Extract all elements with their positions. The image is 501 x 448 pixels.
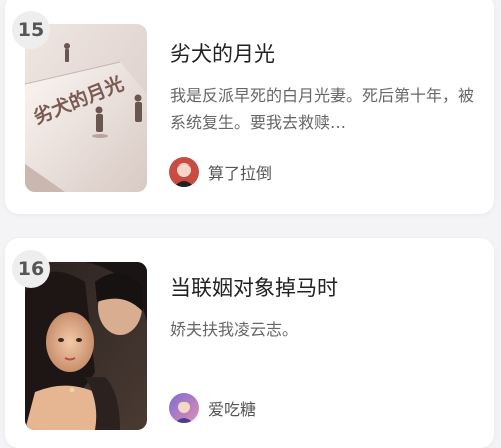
- book-card[interactable]: 15 劣犬的月光 劣犬的月光 我是反派早死的白月光妻。死后第十年，被系统复生。要…: [5, 0, 494, 214]
- book-description: 我是反派早死的白月光妻。死后第十年，被系统复生。要我去救赎…: [170, 86, 475, 132]
- book-title[interactable]: 当联姻对象掉马时: [170, 272, 338, 302]
- avatar: [169, 157, 199, 187]
- rank-badge: 15: [12, 11, 50, 49]
- author-info[interactable]: 算了拉倒: [169, 157, 272, 187]
- book-cover[interactable]: [25, 262, 147, 430]
- rank-badge: 16: [12, 250, 50, 288]
- book-title[interactable]: 劣犬的月光: [170, 38, 275, 68]
- book-card[interactable]: 16 当联姻对象掉马时 娇夫扶我凌云志。 爱吃糖: [5, 238, 494, 448]
- author-name: 爱吃糖: [208, 400, 257, 419]
- avatar: [169, 393, 199, 423]
- book-cover[interactable]: 劣犬的月光: [25, 24, 147, 192]
- author-name: 算了拉倒: [208, 164, 273, 183]
- author-info[interactable]: 爱吃糖: [169, 393, 256, 423]
- book-description: 娇夫扶我凌云志。: [170, 320, 299, 339]
